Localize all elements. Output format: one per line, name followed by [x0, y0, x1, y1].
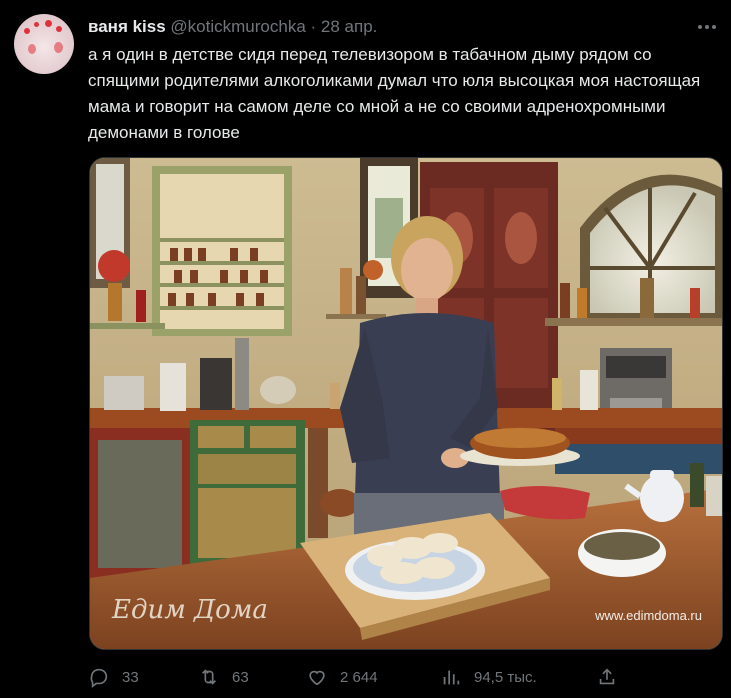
author-handle[interactable]: @kotickmurochka: [170, 17, 305, 36]
like-button[interactable]: 2 644: [306, 662, 378, 692]
watermark-url: www.edimdoma.ru: [594, 608, 702, 623]
author-name[interactable]: ваня kiss: [88, 17, 166, 36]
like-icon: [309, 670, 325, 686]
reply-count: 33: [122, 668, 139, 686]
avatar[interactable]: [14, 14, 74, 74]
avatar-decoration: [34, 22, 39, 27]
tweet-text: а я один в детстве сидя перед телевизоро…: [88, 45, 701, 142]
avatar-decoration: [56, 26, 62, 32]
reply-icon: [90, 668, 108, 688]
reply-button[interactable]: 33: [88, 662, 139, 692]
header-separator: ·: [310, 17, 317, 36]
retweet-icon: [201, 669, 217, 685]
avatar-decoration: [24, 28, 30, 34]
more-icon[interactable]: [695, 16, 719, 38]
tweet-actions: 33 63 2 644 94,5 тыс.: [88, 662, 718, 692]
tweet-date[interactable]: 28 апр.: [321, 17, 377, 36]
avatar-decoration: [28, 44, 36, 54]
tweet-header: ваня kiss @kotickmurochka · 28 апр.: [88, 16, 711, 38]
retweet-button[interactable]: 63: [198, 662, 249, 692]
views-count: 94,5 тыс.: [474, 668, 537, 686]
retweet-count: 63: [232, 668, 249, 686]
kitchen-photo: Едим Дома www.edimdoma.ru: [90, 158, 722, 649]
avatar-decoration: [54, 42, 63, 53]
share-button[interactable]: [596, 662, 618, 692]
watermark-logo: Едим Дома: [111, 595, 268, 625]
views-icon: [443, 670, 460, 685]
avatar-decoration: [45, 20, 52, 27]
like-count: 2 644: [340, 668, 378, 686]
views-button[interactable]: 94,5 тыс.: [440, 662, 537, 692]
share-icon: [599, 668, 615, 685]
tweet-photo[interactable]: Едим Дома www.edimdoma.ru: [89, 157, 723, 650]
